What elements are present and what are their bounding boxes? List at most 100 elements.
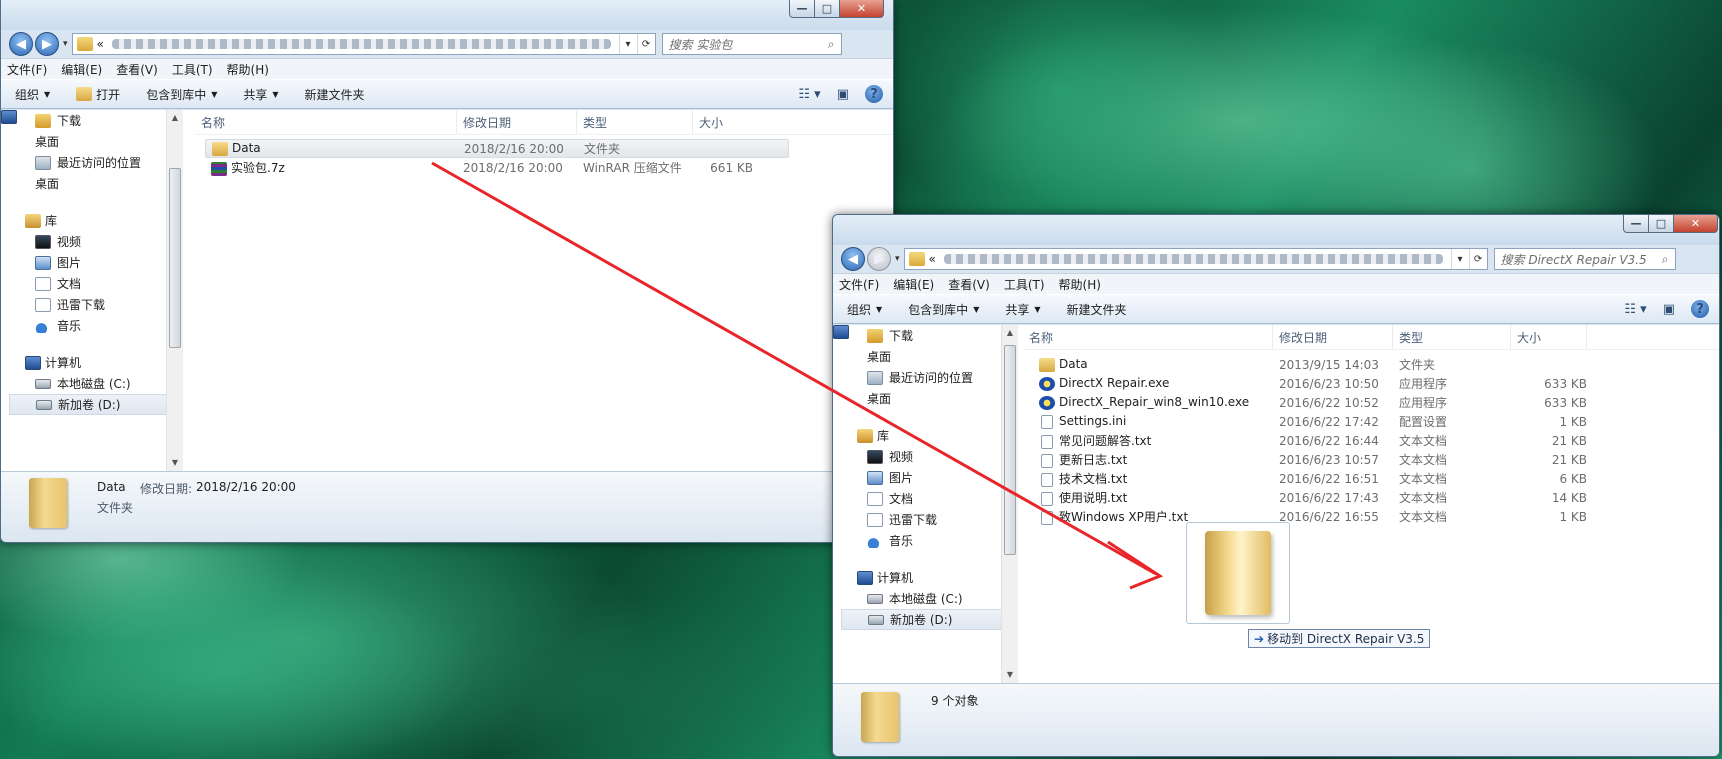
file-row[interactable]: 更新日志.txt 2016/6/23 10:57 文本文档 21 KB: [1023, 450, 1719, 469]
nav-item-desktop[interactable]: 桌面: [1, 110, 183, 152]
address-bar[interactable]: « ▾ ⟳: [71, 33, 656, 55]
column-type[interactable]: 类型: [1393, 325, 1511, 349]
menu-view[interactable]: 查看(V): [948, 276, 990, 293]
preview-pane-icon[interactable]: ▣: [837, 87, 849, 102]
nav-item-drive-d[interactable]: 新加卷 (D:): [841, 609, 1005, 630]
title-bar[interactable]: — □ ✕: [1, 0, 893, 30]
maximize-button[interactable]: □: [1649, 215, 1674, 233]
menu-tools[interactable]: 工具(T): [1004, 276, 1045, 293]
nav-item-drive-c[interactable]: 本地磁盘 (C:): [35, 373, 183, 394]
menu-view[interactable]: 查看(V): [116, 61, 158, 78]
nav-item-desktop[interactable]: 桌面: [833, 325, 1003, 367]
view-options-icon[interactable]: ☷ ▾: [1624, 302, 1646, 317]
nav-item-drive-d[interactable]: 新加卷 (D:): [9, 394, 183, 415]
minimize-button[interactable]: —: [1623, 215, 1649, 233]
nav-item-desktop-2[interactable]: 桌面: [1, 110, 183, 194]
search-box[interactable]: 搜索 DirectX Repair V3.5 ⌕: [1493, 248, 1676, 270]
organize-button[interactable]: 组织 ▼: [15, 86, 50, 103]
file-row[interactable]: 常见问题解答.txt 2016/6/22 16:44 文本文档 21 KB: [1023, 431, 1719, 450]
include-in-library-button[interactable]: 包含到库中 ▼: [908, 301, 979, 318]
nav-item-videos[interactable]: 视频: [867, 446, 1003, 467]
refresh-icon[interactable]: ⟳: [636, 34, 655, 54]
scroll-up-icon[interactable]: ▲: [1002, 325, 1018, 341]
column-size[interactable]: 大小: [1511, 325, 1587, 349]
column-date[interactable]: 修改日期: [457, 110, 577, 134]
menu-help[interactable]: 帮助(H): [1059, 276, 1101, 293]
nav-item-pictures[interactable]: 图片: [867, 467, 1003, 488]
nav-item-music[interactable]: 音乐: [867, 530, 1003, 551]
close-button[interactable]: ✕: [840, 0, 884, 18]
file-row[interactable]: Settings.ini 2016/6/22 17:42 配置设置 1 KB: [1023, 412, 1719, 431]
help-icon[interactable]: ?: [1691, 300, 1709, 318]
nav-item-documents[interactable]: 文档: [35, 273, 183, 294]
file-row[interactable]: 使用说明.txt 2016/6/22 17:43 文本文档 14 KB: [1023, 488, 1719, 507]
menu-tools[interactable]: 工具(T): [172, 61, 213, 78]
nav-item-recent-places[interactable]: 最近访问的位置: [35, 152, 183, 173]
nav-item-music[interactable]: 音乐: [35, 315, 183, 336]
maximize-button[interactable]: □: [815, 0, 840, 18]
file-row[interactable]: 技术文档.txt 2016/6/22 16:51 文本文档 6 KB: [1023, 469, 1719, 488]
nav-item-libraries[interactable]: 库: [25, 210, 183, 231]
file-row[interactable]: DirectX Repair.exe 2016/6/23 10:50 应用程序 …: [1023, 374, 1719, 393]
file-row-data-folder[interactable]: Data 2018/2/16 20:00 文件夹: [205, 139, 789, 158]
preview-pane-icon[interactable]: ▣: [1663, 302, 1675, 317]
column-date[interactable]: 修改日期: [1273, 325, 1393, 349]
scroll-down-icon[interactable]: ▼: [1002, 667, 1018, 683]
menu-help[interactable]: 帮助(H): [227, 61, 269, 78]
refresh-icon[interactable]: ⟳: [1468, 249, 1487, 269]
nav-item-desktop-2[interactable]: 桌面: [833, 325, 1003, 409]
view-options-icon[interactable]: ☷ ▾: [798, 87, 820, 102]
nav-item-videos[interactable]: 视频: [35, 231, 183, 252]
nav-scrollbar[interactable]: ▲ ▼: [1001, 325, 1018, 683]
help-icon[interactable]: ?: [865, 85, 883, 103]
file-row-archive[interactable]: 实验包.7z 2018/2/16 20:00 WinRAR 压缩文件 661 K…: [205, 158, 789, 177]
address-dropdown[interactable]: ▾: [618, 34, 637, 54]
search-box[interactable]: 搜索 实验包 ⌕: [661, 33, 842, 55]
menu-file[interactable]: 文件(F): [839, 276, 879, 293]
new-folder-button[interactable]: 新建文件夹: [1067, 301, 1127, 318]
column-name[interactable]: 名称: [1023, 325, 1273, 349]
back-button[interactable]: ◀: [9, 32, 33, 56]
menu-file[interactable]: 文件(F): [7, 61, 47, 78]
nav-item-downloads[interactable]: 下载: [867, 325, 1003, 346]
scroll-up-icon[interactable]: ▲: [167, 110, 183, 126]
share-button[interactable]: 共享 ▼: [243, 86, 278, 103]
menu-edit[interactable]: 编辑(E): [893, 276, 934, 293]
new-folder-button[interactable]: 新建文件夹: [305, 86, 365, 103]
nav-item-thunder-downloads[interactable]: 迅雷下载: [35, 294, 183, 315]
close-button[interactable]: ✕: [1674, 215, 1718, 233]
address-bar[interactable]: « ▾ ⟳: [903, 248, 1488, 270]
include-in-library-button[interactable]: 包含到库中 ▼: [146, 86, 217, 103]
scroll-thumb[interactable]: [1004, 345, 1016, 555]
nav-item-libraries[interactable]: 库: [857, 425, 1003, 446]
nav-item-documents[interactable]: 文档: [867, 488, 1003, 509]
column-size[interactable]: 大小: [693, 110, 753, 134]
search-input[interactable]: 搜索 实验包: [669, 36, 733, 53]
nav-item-recent-places[interactable]: 最近访问的位置: [867, 367, 1003, 388]
scroll-thumb[interactable]: [169, 168, 181, 348]
scroll-down-icon[interactable]: ▼: [167, 455, 183, 471]
file-row[interactable]: Data 2013/9/15 14:03 文件夹: [1023, 355, 1719, 374]
share-button[interactable]: 共享 ▼: [1005, 301, 1040, 318]
organize-button[interactable]: 组织 ▼: [847, 301, 882, 318]
nav-item-thunder-downloads[interactable]: 迅雷下载: [867, 509, 1003, 530]
nav-scrollbar[interactable]: ▲ ▼: [166, 110, 183, 471]
recent-pages-dropdown[interactable]: ▾: [63, 39, 68, 49]
open-button[interactable]: 打开: [76, 86, 120, 103]
nav-item-drive-c[interactable]: 本地磁盘 (C:): [867, 588, 1003, 609]
column-type[interactable]: 类型: [577, 110, 693, 134]
address-dropdown[interactable]: ▾: [1450, 249, 1469, 269]
back-button[interactable]: ◀: [841, 247, 865, 271]
nav-item-computer[interactable]: 计算机: [857, 567, 1003, 588]
forward-button[interactable]: ▶: [35, 32, 59, 56]
nav-item-computer[interactable]: 计算机: [25, 352, 183, 373]
nav-item-pictures[interactable]: 图片: [35, 252, 183, 273]
recent-pages-dropdown[interactable]: ▾: [895, 254, 900, 264]
file-row[interactable]: DirectX_Repair_win8_win10.exe 2016/6/22 …: [1023, 393, 1719, 412]
search-input[interactable]: 搜索 DirectX Repair V3.5: [1501, 251, 1647, 268]
menu-edit[interactable]: 编辑(E): [61, 61, 102, 78]
column-name[interactable]: 名称: [195, 110, 457, 134]
title-bar[interactable]: — □ ✕: [833, 215, 1719, 245]
nav-item-downloads[interactable]: 下载: [35, 110, 183, 131]
file-row[interactable]: 致Windows XP用户.txt 2016/6/22 16:55 文本文档 1…: [1023, 507, 1719, 526]
